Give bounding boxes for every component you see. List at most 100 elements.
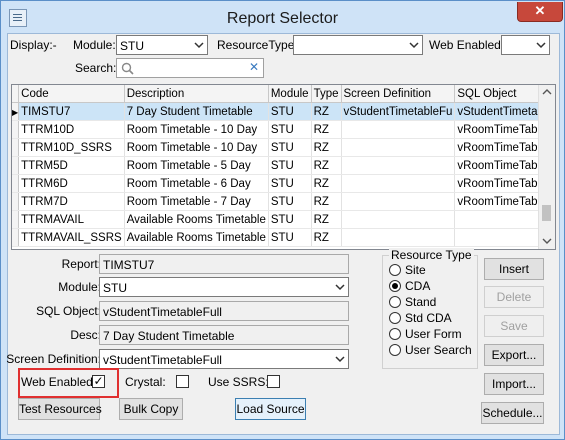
- report-label: Report:: [61, 257, 101, 271]
- table-row[interactable]: TTRM5D Room Timetable - 5 Day STU RZ vRoomTi…: [12, 156, 555, 175]
- table-cell: TTRMAVAIL: [18, 210, 125, 229]
- report-grid[interactable]: Code Description Module Type Screen Defi…: [11, 84, 556, 250]
- table-cell: TTRM10D: [18, 120, 125, 139]
- table-cell: [341, 120, 456, 139]
- title-bar: Report Selector ✕: [1, 1, 564, 35]
- search-label: Search:: [75, 61, 117, 75]
- table-cell: [341, 138, 456, 157]
- table-row[interactable]: ▶ TIMSTU7 7 Day Student Timetable STU RZ vStu…: [12, 102, 555, 121]
- row-indicator: [12, 228, 20, 247]
- screen-definition-value: vStudentTimetableFull: [103, 353, 222, 367]
- column-header[interactable]: Code: [18, 85, 125, 103]
- table-cell: STU: [268, 174, 312, 193]
- table-row[interactable]: TTRM7D Room Timetable - 7 Day STU RZ vRoomTi…: [12, 192, 555, 211]
- module-filter-value: STU: [120, 39, 144, 53]
- resource-type-filter-combo[interactable]: [293, 35, 423, 55]
- display-label: Display:-: [10, 38, 57, 52]
- test-resources-button[interactable]: Test Resources: [18, 398, 102, 420]
- schedule-button[interactable]: Schedule...: [481, 402, 544, 424]
- web-enabled-filter-label: Web Enabled:: [429, 38, 505, 52]
- row-indicator: ▶: [12, 102, 20, 121]
- web-enabled-filter-combo[interactable]: [501, 35, 550, 55]
- radio-label: CDA: [405, 279, 431, 293]
- row-indicator: [12, 156, 20, 175]
- table-cell: TTRMAVAIL_SSRS: [18, 228, 125, 247]
- table-cell: 7 Day Student Timetable: [124, 102, 269, 121]
- table-cell: Room Timetable - 10 Day: [124, 120, 269, 139]
- report-table: Code Description Module Type Screen Defi…: [12, 85, 555, 247]
- chevron-down-icon: [194, 42, 204, 49]
- scrollbar-thumb[interactable]: [542, 205, 551, 221]
- import-button[interactable]: Import...: [484, 373, 544, 395]
- radio-button[interactable]: [389, 264, 401, 276]
- clear-search-icon[interactable]: ✕: [249, 60, 259, 74]
- web-enabled-checkbox[interactable]: ✓: [92, 375, 105, 388]
- table-cell: Room Timetable - 10 Day: [124, 138, 269, 157]
- chevron-down-icon: [409, 42, 419, 49]
- table-header-row: Code Description Module Type Screen Defi…: [12, 85, 555, 103]
- chevron-down-icon: [536, 42, 546, 49]
- screen-definition-combo[interactable]: vStudentTimetableFull: [99, 349, 349, 369]
- table-cell: RZ: [311, 174, 342, 193]
- radio-button[interactable]: [389, 280, 401, 292]
- radio-label: User Search: [405, 343, 472, 357]
- table-cell: RZ: [311, 210, 342, 229]
- table-row[interactable]: TTRM10D Room Timetable - 10 Day STU RZ vRoom…: [12, 120, 555, 139]
- row-indicator: [12, 192, 20, 211]
- use-ssrs-checkbox[interactable]: [267, 375, 280, 388]
- row-pointer-icon: ▶: [12, 107, 19, 117]
- table-cell: Available Rooms Timetable: [124, 228, 269, 247]
- table-row[interactable]: TTRMAVAIL Available Rooms Timetable STU RZ: [12, 210, 555, 229]
- radio-button[interactable]: [389, 344, 401, 356]
- load-source-button[interactable]: Load Source: [235, 398, 306, 420]
- table-cell: TTRM6D: [18, 174, 125, 193]
- table-cell: TTRM10D_SSRS: [18, 138, 125, 157]
- header-indicator: [12, 85, 20, 103]
- search-input[interactable]: ✕: [116, 58, 264, 78]
- module-filter-label: Module:: [73, 38, 116, 52]
- crystal-label: Crystal:: [125, 375, 166, 389]
- scroll-down-icon[interactable]: [542, 237, 552, 245]
- column-header[interactable]: Description: [124, 85, 269, 103]
- row-indicator: [12, 120, 20, 139]
- export-button[interactable]: Export...: [484, 344, 544, 366]
- radio-button[interactable]: [389, 328, 401, 340]
- use-ssrs-label: Use SSRS:: [208, 375, 269, 389]
- scroll-up-icon[interactable]: [542, 88, 552, 96]
- radio-label: Std CDA: [405, 311, 452, 325]
- check-icon: ✓: [93, 374, 104, 388]
- report-field[interactable]: TIMSTU7: [99, 254, 349, 274]
- table-cell: vStudentTimetableFu: [341, 102, 456, 121]
- column-header[interactable]: Module: [268, 85, 312, 103]
- table-row[interactable]: TTRM10D_SSRS Room Timetable - 10 Day STU RZ…: [12, 138, 555, 157]
- close-button[interactable]: ✕: [517, 2, 563, 22]
- crystal-checkbox[interactable]: [176, 375, 189, 388]
- resource-type-title: Resource Type: [389, 248, 474, 262]
- resource-type-group: Resource Type Site CDA Stand Std CDA User Fo…: [382, 248, 478, 369]
- table-cell: RZ: [311, 228, 342, 247]
- table-cell: RZ: [311, 156, 342, 175]
- table-cell: [341, 210, 456, 229]
- grid-vertical-scrollbar[interactable]: [538, 85, 555, 249]
- table-row[interactable]: TTRM6D Room Timetable - 6 Day STU RZ vRoomTi…: [12, 174, 555, 193]
- report-selector-window: Report Selector ✕ Display:- Module: STU …: [0, 0, 565, 440]
- radio-button[interactable]: [389, 296, 401, 308]
- desc-field[interactable]: 7 Day Student Timetable: [99, 325, 349, 345]
- sql-object-field[interactable]: vStudentTimetableFull: [99, 301, 349, 321]
- column-header[interactable]: Screen Definition: [341, 85, 456, 103]
- table-cell: RZ: [311, 120, 342, 139]
- column-header[interactable]: Type: [311, 85, 342, 103]
- table-cell: RZ: [311, 102, 342, 121]
- save-button[interactable]: Save: [484, 315, 544, 337]
- table-cell: STU: [268, 102, 312, 121]
- module-combo[interactable]: STU: [99, 277, 349, 297]
- row-indicator: [12, 210, 20, 229]
- table-row[interactable]: TTRMAVAIL_SSRS Available Rooms Timetable S…: [12, 228, 555, 247]
- module-filter-combo[interactable]: STU: [116, 35, 208, 55]
- window-title: Report Selector: [226, 10, 339, 27]
- insert-button[interactable]: Insert: [484, 258, 544, 280]
- sql-object-value: vStudentTimetableFull: [103, 305, 222, 319]
- radio-button[interactable]: [389, 312, 401, 324]
- bulk-copy-button[interactable]: Bulk Copy: [119, 398, 183, 420]
- delete-button[interactable]: Delete: [484, 286, 544, 308]
